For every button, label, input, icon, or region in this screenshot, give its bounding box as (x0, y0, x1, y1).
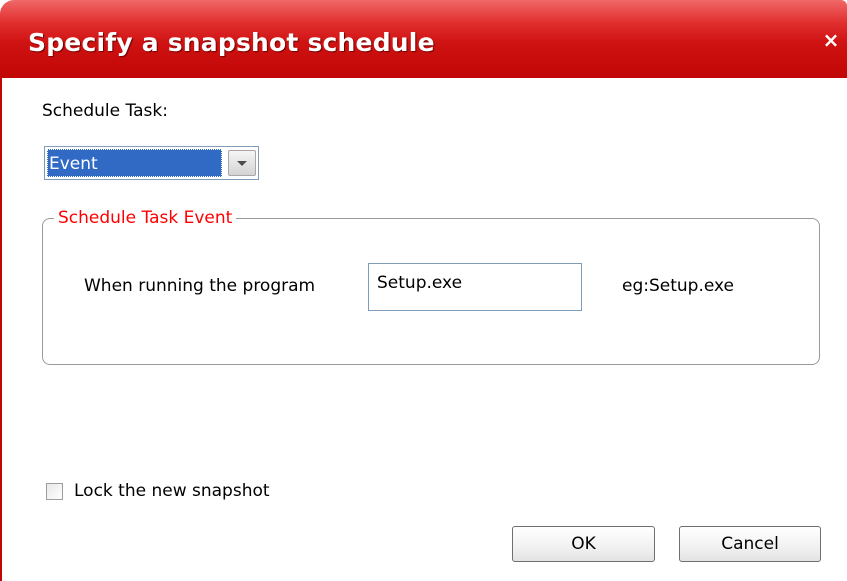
schedule-task-selected-value[interactable]: Event (47, 149, 222, 177)
lock-snapshot-label[interactable]: Lock the new snapshot (74, 481, 270, 501)
dialog-title: Specify a snapshot schedule (28, 28, 435, 57)
schedule-task-dropdown[interactable]: Event (44, 146, 259, 180)
program-label: When running the program (84, 276, 316, 296)
lock-snapshot-checkbox[interactable] (46, 483, 63, 500)
program-name-input[interactable]: Setup.exe (368, 263, 582, 311)
cancel-button[interactable]: Cancel (679, 526, 821, 562)
close-icon[interactable]: × (821, 30, 841, 50)
group-legend: Schedule Task Event (54, 208, 237, 228)
example-hint: eg:Setup.exe (622, 276, 735, 296)
chevron-down-icon (237, 161, 247, 166)
title-bar[interactable]: Specify a snapshot schedule × (0, 0, 847, 78)
dropdown-button[interactable] (228, 150, 256, 176)
dialog-window: Specify a snapshot schedule × Schedule T… (0, 0, 847, 581)
ok-button[interactable]: OK (512, 526, 655, 562)
schedule-task-label: Schedule Task: (42, 101, 168, 121)
window-border (0, 78, 2, 581)
